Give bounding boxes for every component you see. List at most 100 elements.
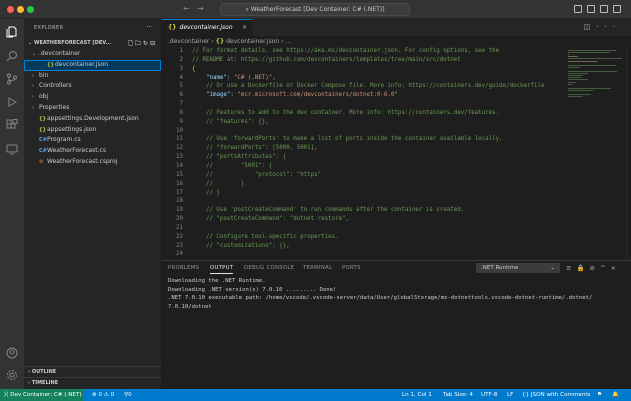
code-line: 10 <box>162 127 564 136</box>
source-control-icon[interactable] <box>6 73 18 85</box>
tree-item-label: bin <box>39 71 49 79</box>
code-line: 9 // "features": {}, <box>162 118 564 127</box>
tree-item[interactable]: › obj <box>24 92 161 103</box>
code-text: { <box>192 65 196 72</box>
timeline-section[interactable]: › TIMELINE <box>24 377 161 388</box>
maximize-window-button[interactable] <box>27 6 34 13</box>
accounts-icon[interactable] <box>6 347 18 359</box>
line-number: 17 <box>176 189 183 196</box>
breadcrumb: .devcontainer › {} devcontainer.json › .… <box>168 38 292 45</box>
minimap[interactable] <box>566 47 624 260</box>
minimize-window-button[interactable] <box>17 6 24 13</box>
tab-size[interactable]: Tab Size: 4 <box>443 389 473 401</box>
extensions-icon[interactable] <box>6 119 18 131</box>
manage-gear-icon[interactable] <box>6 369 18 381</box>
json-value: "C# (.NET)", <box>233 74 276 81</box>
remote-label: Dev Container: C# (.NET) <box>10 392 82 398</box>
remote-indicator[interactable]: ⟩⟨ Dev Container: C# (.NET) <box>0 389 84 401</box>
toggle-secondary-sidebar-icon[interactable] <box>600 5 608 13</box>
line-number: 14 <box>176 162 183 169</box>
clear-icon[interactable]: ⊘ <box>590 264 600 272</box>
minimap-line <box>568 83 573 85</box>
tree-item[interactable]: C#WeatherForecast.cs <box>24 146 161 157</box>
close-icon[interactable]: × <box>610 264 620 272</box>
ports-status[interactable]: ⚲0 <box>124 389 132 401</box>
tab-ports[interactable]: PORTS <box>342 265 361 271</box>
close-window-button[interactable] <box>7 6 14 13</box>
customize-layout-icon[interactable] <box>613 5 621 13</box>
tree-item-label: appsettings.json <box>47 125 97 133</box>
outline-section[interactable]: › OUTLINE <box>24 366 161 377</box>
back-arrow-icon[interactable]: ← <box>183 4 190 13</box>
tree-item[interactable]: {}devcontainer.json <box>24 59 161 71</box>
tab-output[interactable]: OUTPUT <box>210 265 234 274</box>
problems-status[interactable]: ⊗ 0 ⚠ 0 <box>92 389 114 401</box>
filter-icon[interactable]: ≡ <box>566 264 576 272</box>
new-file-icon[interactable]: 🗋 <box>128 40 135 47</box>
toggle-panel-icon[interactable] <box>587 5 595 13</box>
code-text: // For format details, see https://aka.m… <box>192 48 500 54</box>
workspace-folder-header[interactable]: ⌄ WEATHERFORECAST [DEV... 🗋🗀↻⊟ <box>24 38 161 49</box>
editor-actions: ◫··· <box>584 23 621 31</box>
tab-terminal[interactable]: TERMINAL <box>303 265 332 271</box>
feedback-icon[interactable]: ⚑ <box>597 389 602 401</box>
minimap-line <box>568 89 593 91</box>
command-center-search[interactable]: ⌕ WeatherForecast [Dev Container: C# (.N… <box>220 3 410 16</box>
language-mode[interactable]: {} JSON with Comments <box>522 389 590 401</box>
tab-debug-console[interactable]: DEBUG CONSOLE <box>244 265 294 271</box>
code-text: // "portsAttributes": { <box>192 154 287 161</box>
line-number: 2 <box>179 56 184 63</box>
breadcrumb-file[interactable]: devcontainer.json <box>226 38 279 45</box>
tab-devcontainer-json[interactable]: {} devcontainer.json × <box>162 19 252 36</box>
editor-scrollbar[interactable] <box>626 47 631 260</box>
json-file-icon: {} <box>39 126 47 133</box>
collapse-all-icon[interactable]: ⊟ <box>150 40 157 47</box>
chevron-down-icon: ⌄ <box>32 51 37 57</box>
run-debug-icon[interactable] <box>6 96 18 108</box>
explorer-actions: 🗋🗀↻⊟ <box>128 38 157 49</box>
notifications-icon[interactable]: 🔔 <box>612 389 619 401</box>
more-actions-icon[interactable]: ··· <box>146 23 153 31</box>
code-line: 5 // Or use a Dockerfile or Docker Compo… <box>162 82 564 91</box>
tree-item[interactable]: C#Program.cs <box>24 135 161 146</box>
maximize-panel-icon[interactable]: ^ <box>600 264 610 272</box>
minimap-line <box>568 73 588 75</box>
tree-item[interactable]: {}appsettings.json <box>24 125 161 136</box>
tree-item[interactable]: › bin <box>24 71 161 82</box>
code-text: // } <box>192 189 220 196</box>
more-actions-icon[interactable]: ··· <box>596 23 621 31</box>
chevron-right-icon: › <box>32 94 34 101</box>
forward-arrow-icon[interactable]: → <box>197 4 204 13</box>
tree-item[interactable]: ⌄ .devcontainer <box>24 49 161 60</box>
output-log[interactable]: Downloading the .NET Runtime. Downloading… <box>168 277 628 311</box>
tree-item-label: WeatherForecast.cs <box>47 147 106 155</box>
remote-explorer-icon[interactable] <box>6 143 18 155</box>
code-line: 7 <box>162 100 564 109</box>
search-icon[interactable] <box>6 50 18 62</box>
code-line: 8 // Features to add to the dev containe… <box>162 109 564 118</box>
output-channel-select[interactable]: .NET Runtime ⌄ <box>476 263 560 273</box>
tree-item-label: devcontainer.json <box>55 60 109 68</box>
tree-item[interactable]: › Properties <box>24 103 161 114</box>
refresh-icon[interactable]: ↻ <box>143 40 150 47</box>
explorer-icon[interactable] <box>6 26 18 38</box>
breadcrumb-symbol[interactable]: ... <box>285 38 291 45</box>
tree-item[interactable]: › Controllers <box>24 81 161 92</box>
encoding[interactable]: UTF-8 <box>481 389 497 401</box>
close-icon[interactable]: × <box>242 20 247 36</box>
cursor-position[interactable]: Ln 1, Col 1 <box>402 389 432 401</box>
new-folder-icon[interactable]: 🗀 <box>135 40 143 47</box>
toggle-sidebar-icon[interactable] <box>574 5 582 13</box>
line-ending[interactable]: LF <box>507 389 513 401</box>
tree-item[interactable]: {}appsettings.Development.json <box>24 114 161 125</box>
minimap-line <box>568 64 617 66</box>
code-editor[interactable]: 1 // For format details, see https://aka.… <box>162 47 564 260</box>
line-number: 19 <box>176 207 183 214</box>
lock-icon[interactable]: 🔒 <box>576 264 589 272</box>
chevron-right-icon: › <box>32 104 34 111</box>
workspace-name: WEATHERFORECAST [DEV... <box>33 40 112 46</box>
tree-item[interactable]: ⚙ WeatherForecast.csproj <box>24 157 161 168</box>
split-editor-icon[interactable]: ◫ <box>584 23 597 31</box>
breadcrumb-folder[interactable]: .devcontainer <box>168 38 209 45</box>
tab-problems[interactable]: PROBLEMS <box>168 265 199 271</box>
